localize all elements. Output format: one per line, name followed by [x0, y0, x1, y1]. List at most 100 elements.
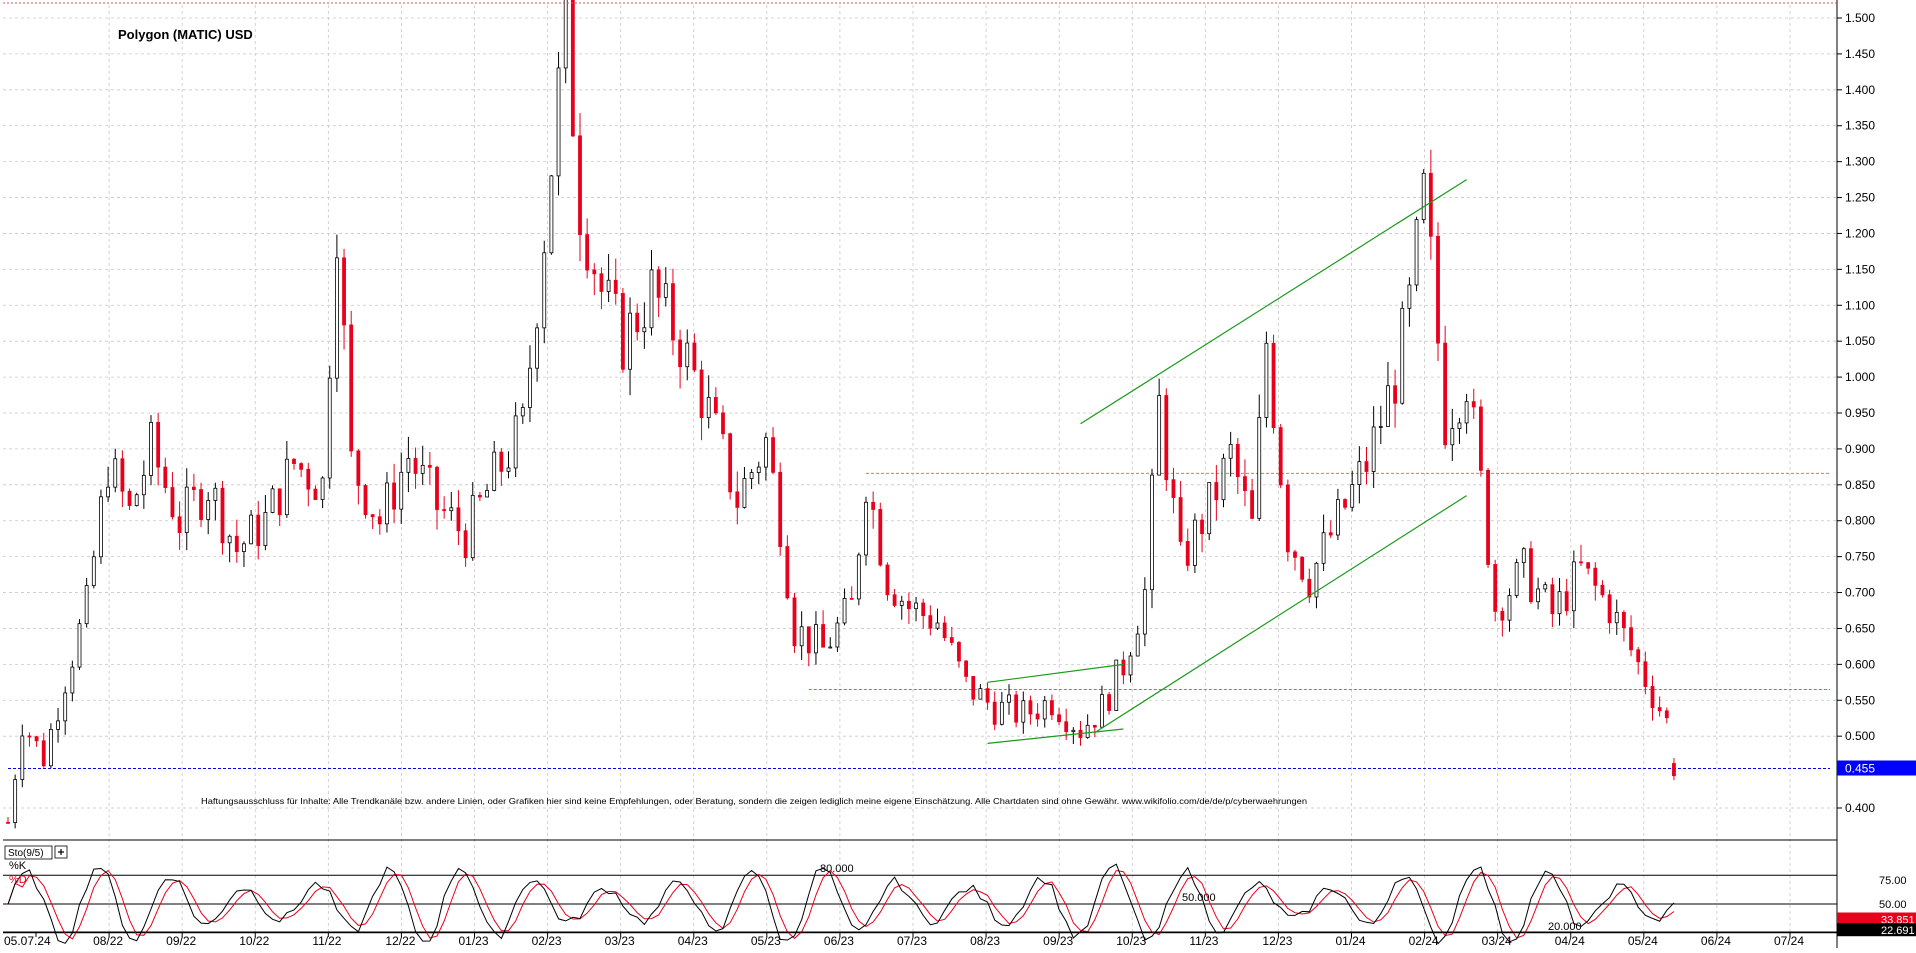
price-candle-body	[1178, 497, 1183, 542]
price-candle-body	[992, 701, 997, 725]
stochastic-level-label: 50.000	[1182, 892, 1216, 904]
price-candle-body	[942, 622, 947, 638]
price-candle-body	[435, 466, 439, 510]
price-candle-body	[1600, 584, 1605, 596]
price-candle-body	[814, 624, 818, 654]
price-candle-body	[263, 512, 268, 546]
price-candle-body	[499, 451, 504, 472]
price-tick-label: 1.250	[1845, 191, 1875, 205]
price-tick-label: 0.600	[1845, 657, 1875, 671]
price-candle-body	[356, 450, 361, 486]
price-candle-body	[842, 597, 847, 624]
price-candle-body	[1564, 591, 1569, 612]
price-candle-body	[1085, 724, 1090, 738]
price-candle-body	[563, 0, 568, 69]
price-candle-body	[77, 623, 82, 668]
price-candle-body	[1185, 541, 1190, 566]
price-candle-body	[1164, 395, 1169, 481]
price-candle-body	[792, 597, 797, 647]
time-tick-label: 05.07.24	[4, 934, 51, 948]
price-tick-label: 0.800	[1845, 514, 1875, 528]
price-candle-body	[1142, 589, 1147, 635]
price-candle-body	[978, 688, 983, 700]
price-candle-body	[1629, 627, 1633, 651]
price-candle-body	[277, 488, 282, 516]
time-tick-label: 09/23	[1043, 934, 1073, 948]
stochastic-level-label: 20.000	[1548, 921, 1582, 933]
price-candle-body	[535, 327, 539, 369]
price-candle-body	[928, 615, 933, 629]
price-candle-body	[420, 464, 425, 474]
time-tick-label: 09/22	[166, 934, 196, 948]
price-candle-body	[1350, 484, 1355, 508]
price-candle-body	[456, 507, 461, 532]
price-candle-body	[778, 471, 783, 547]
stochastic-d-legend: %D	[9, 874, 27, 886]
price-candle-body	[1493, 564, 1498, 612]
price-candle-body	[1507, 595, 1512, 621]
price-candle-body	[549, 175, 554, 254]
price-candle-body	[1021, 700, 1026, 723]
price-candle-body	[1014, 694, 1019, 723]
price-candle-body	[1135, 633, 1140, 657]
price-candle-body	[1428, 172, 1433, 237]
price-candle-body	[1450, 428, 1455, 446]
price-candle-body	[1271, 342, 1276, 429]
price-candle-body	[1064, 721, 1069, 733]
time-tick-label: 01/23	[459, 934, 489, 948]
price-tick-label: 0.950	[1845, 406, 1875, 420]
price-candle-body	[463, 530, 468, 559]
price-candle-body	[921, 602, 926, 617]
price-candle-body	[427, 464, 432, 468]
price-candle-body	[771, 437, 775, 473]
price-candle-body	[999, 701, 1004, 725]
price-tick-label: 1.450	[1845, 47, 1875, 61]
price-tick-label: 1.200	[1845, 226, 1875, 240]
price-candle-body	[1293, 551, 1297, 558]
price-candle-body	[449, 507, 454, 512]
price-candle-body	[1307, 578, 1312, 598]
price-candle-body	[220, 487, 225, 544]
price-candle-body	[1571, 561, 1576, 612]
price-candle-body	[1278, 427, 1283, 486]
price-candle-body	[899, 600, 904, 606]
time-tick-label: 07/23	[897, 934, 927, 948]
price-candle-body	[242, 543, 246, 553]
price-tick-label: 1.400	[1845, 83, 1875, 97]
price-candle-body	[1114, 659, 1119, 711]
price-candle-body	[1371, 426, 1376, 472]
price-candle-body	[570, 0, 575, 137]
price-candle-body	[1407, 284, 1412, 309]
price-candle-body	[971, 676, 976, 700]
price-candle-body	[692, 342, 697, 371]
stochastic-k-legend: %K	[9, 860, 27, 872]
price-candle-body	[1364, 461, 1369, 472]
price-candle-body	[34, 736, 39, 742]
price-candle-body	[1285, 484, 1290, 553]
price-candle-body	[177, 516, 182, 534]
price-candle-body	[649, 269, 654, 329]
price-candle-body	[1471, 401, 1476, 408]
price-candle-body	[1464, 401, 1469, 424]
price-candle-body	[1235, 443, 1240, 478]
price-candle-body	[1593, 567, 1598, 586]
time-tick-label: 12/23	[1262, 934, 1292, 948]
price-candle-body	[1321, 532, 1326, 564]
price-candle-body	[635, 312, 640, 333]
price-candle-body	[621, 293, 625, 370]
price-tick-label: 1.150	[1845, 262, 1875, 276]
price-candle-body	[184, 486, 189, 534]
time-tick-label: 10/23	[1116, 934, 1146, 948]
price-chart[interactable]: 80.00050.00020.000 1.5001.4501.4001.3501…	[0, 0, 1916, 948]
price-candle-body	[957, 642, 961, 662]
price-candle-body	[678, 339, 682, 368]
stochastic-d-value: 22.691	[1881, 925, 1915, 937]
price-candle-body	[1250, 490, 1254, 519]
price-candle-body	[907, 600, 911, 610]
price-candle-body	[1157, 395, 1162, 476]
price-candle-body	[1643, 661, 1648, 687]
price-candle-body	[756, 466, 761, 473]
chart-window: 80.000 50.000 20.000 1.500 1.450 1.400 1.350 1…	[0, 0, 1916, 948]
price-candle-body	[1264, 342, 1269, 418]
price-candle-body	[191, 486, 196, 490]
